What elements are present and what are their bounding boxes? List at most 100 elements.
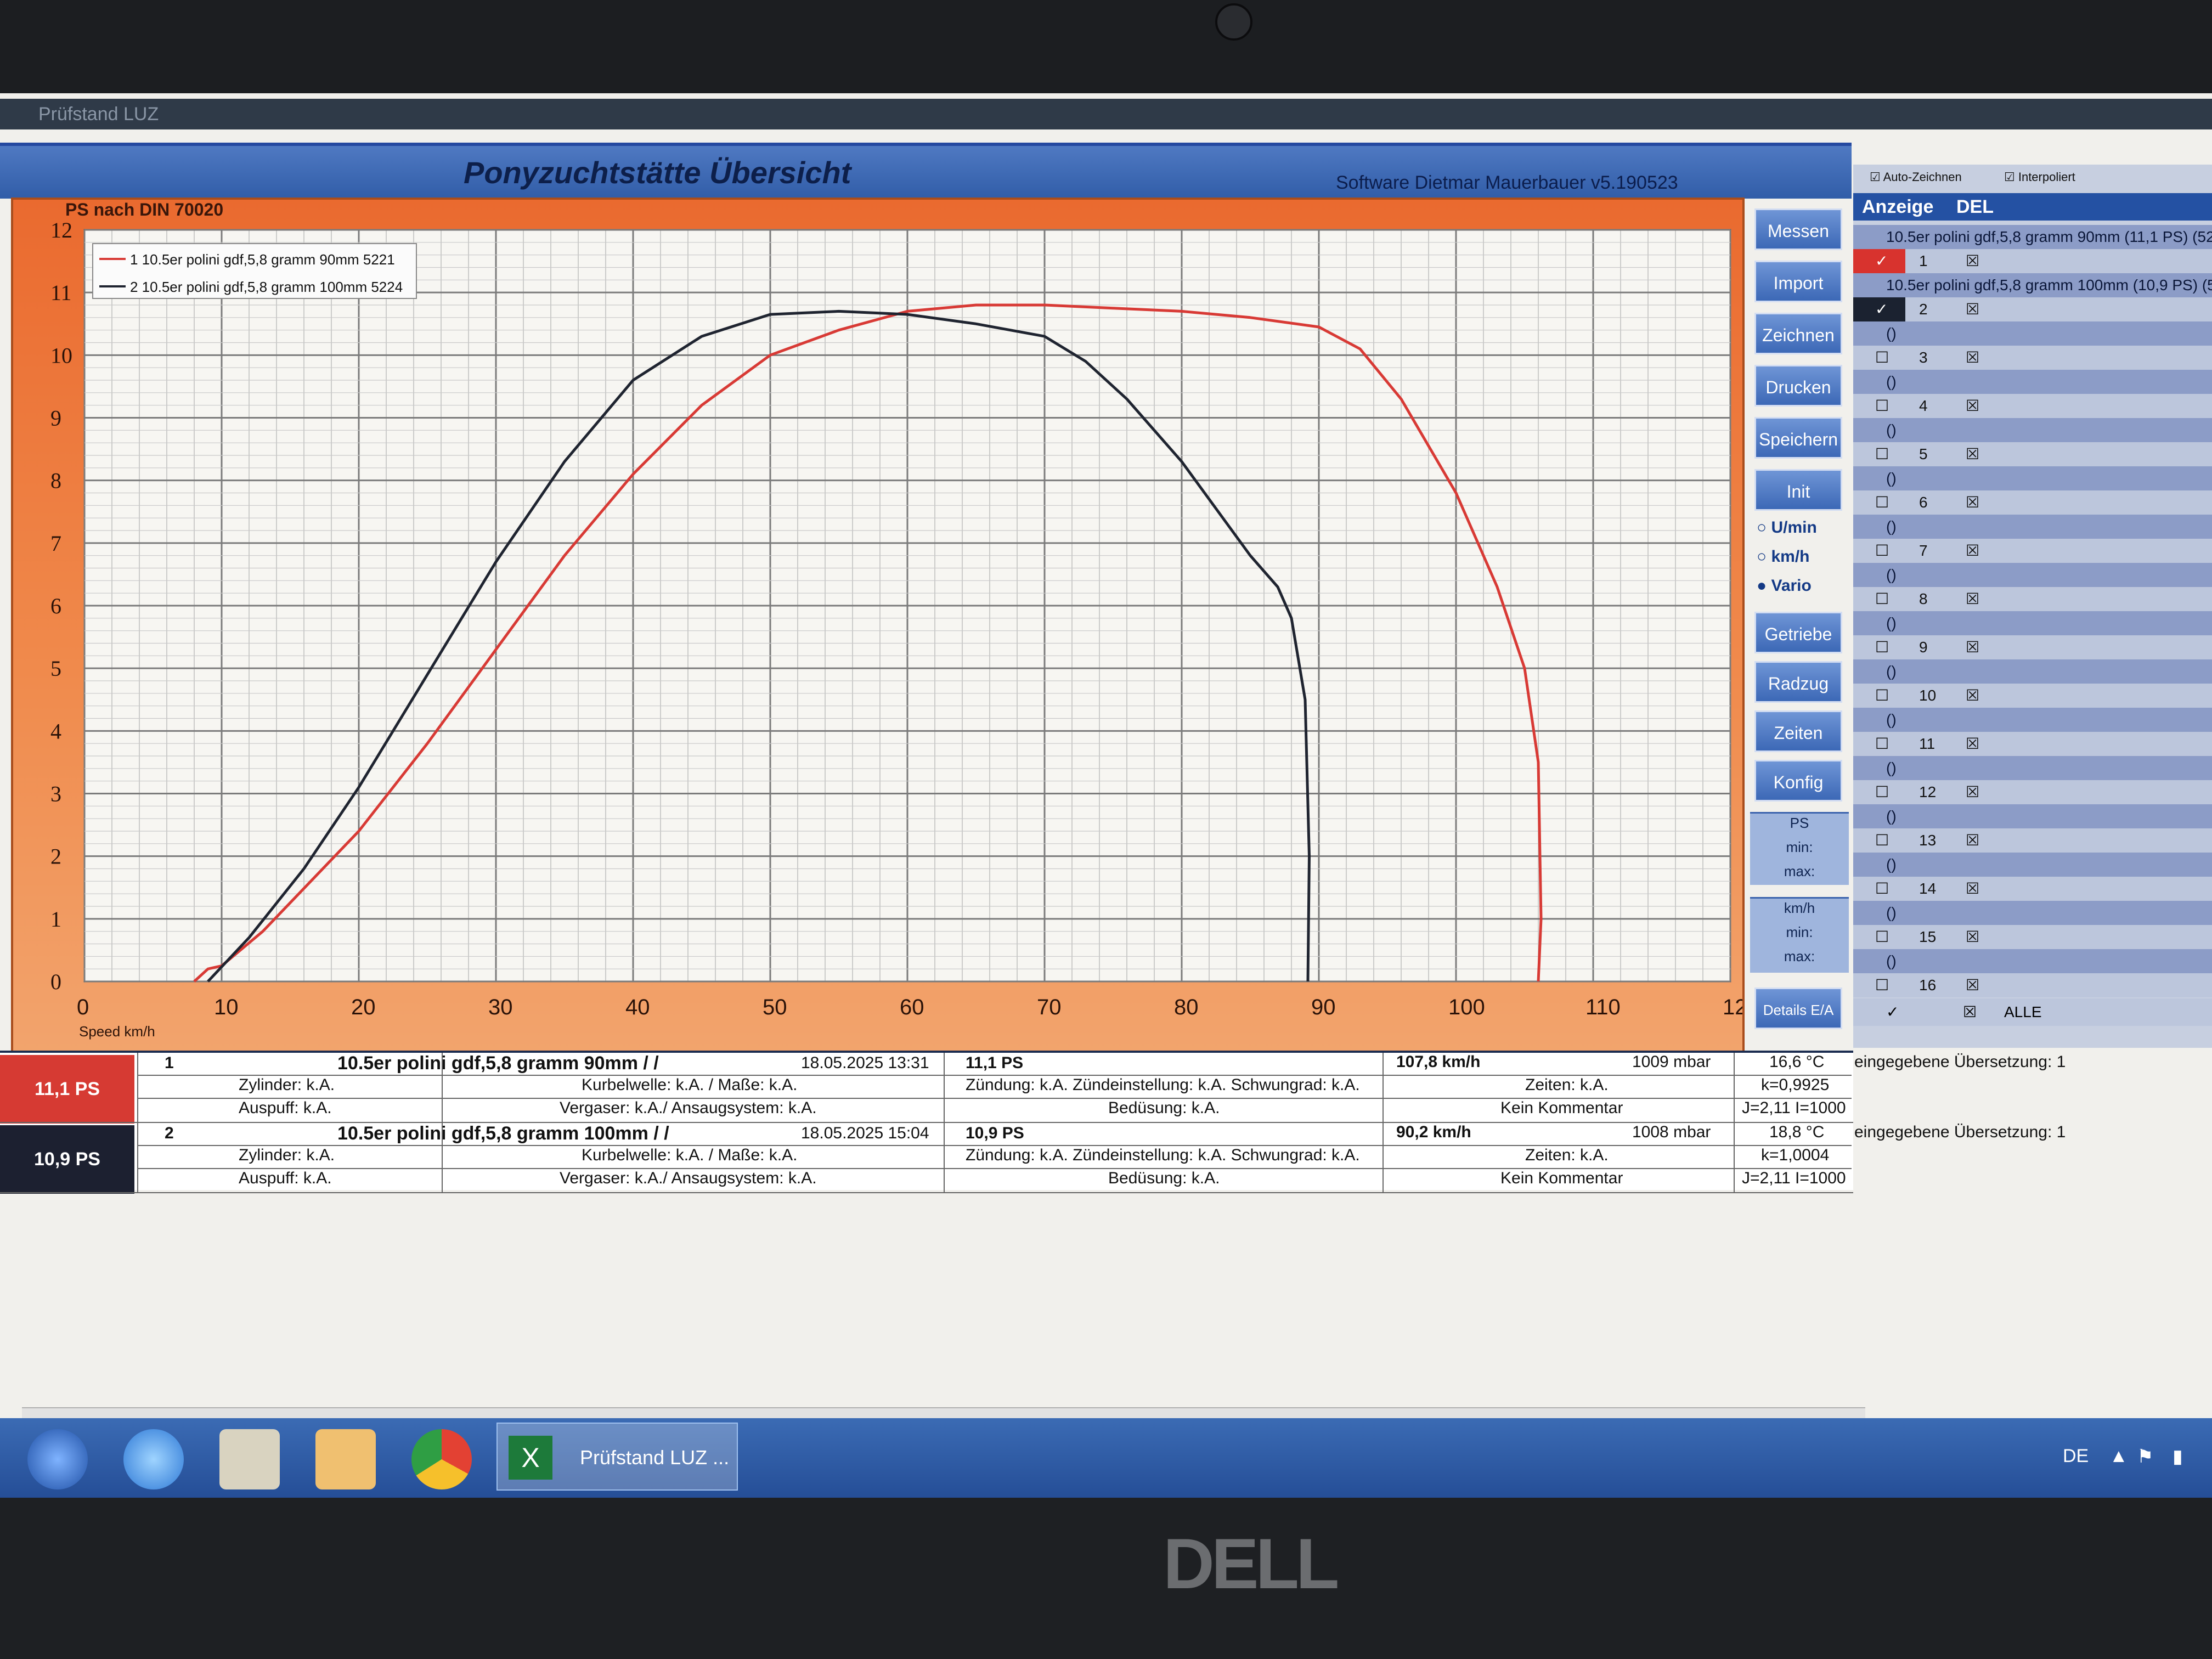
show-checkbox[interactable]: ✓ xyxy=(1875,249,1888,273)
delete-icon[interactable]: ☒ xyxy=(1966,684,1979,708)
slot-number: 2 xyxy=(1919,301,1928,318)
file-explorer-icon[interactable] xyxy=(219,1429,280,1489)
curve-slot: 10.5er polini gdf,5,8 gramm 90mm (11,1 P… xyxy=(1853,225,2212,273)
y-tick-label: 11 xyxy=(50,280,72,305)
delete-icon[interactable]: ☒ xyxy=(1966,490,1979,515)
curve-slot-name[interactable]: () xyxy=(1853,708,2212,732)
delete-icon[interactable]: ☒ xyxy=(1966,539,1979,563)
start-button-icon[interactable] xyxy=(27,1429,88,1489)
curve-slot-name[interactable]: () xyxy=(1853,949,2212,973)
curve-slot-name[interactable]: () xyxy=(1853,756,2212,780)
slot-number: 13 xyxy=(1919,832,1937,849)
show-checkbox[interactable]: ☐ xyxy=(1875,490,1889,515)
show-checkbox[interactable]: ☐ xyxy=(1875,346,1889,370)
show-checkbox[interactable]: ☐ xyxy=(1875,973,1889,997)
speichern-button[interactable]: Speichern xyxy=(1754,417,1842,459)
interpoliert-checkbox[interactable]: ☑ Interpoliert xyxy=(2004,170,2075,184)
alle-label[interactable]: ALLE xyxy=(2004,998,2042,1026)
radio-umin[interactable]: ○ U/min xyxy=(1757,518,1817,537)
check-all-icon[interactable]: ✓ xyxy=(1886,998,1899,1026)
run-info-table: 11,1 PS 1 10.5er polini gdf,5,8 gramm 90mm… xyxy=(0,1051,2066,1194)
zeichnen-button[interactable]: Zeichnen xyxy=(1754,313,1842,354)
show-checkbox[interactable]: ☐ xyxy=(1875,877,1889,901)
show-checkbox[interactable]: ☐ xyxy=(1875,394,1889,418)
x-tick-label: 80 xyxy=(1174,995,1199,1019)
konfig-button[interactable]: Konfig xyxy=(1754,760,1842,802)
horizontal-scrollbar[interactable] xyxy=(22,1407,1865,1419)
curve-slot-name[interactable]: () xyxy=(1853,321,2212,346)
show-checkbox[interactable]: ☐ xyxy=(1875,925,1889,949)
radzug-button[interactable]: Radzug xyxy=(1754,661,1842,703)
delete-icon[interactable]: ☒ xyxy=(1966,346,1979,370)
drucken-button[interactable]: Drucken xyxy=(1754,365,1842,407)
slot-number: 8 xyxy=(1919,590,1928,607)
x-tick-label: 90 xyxy=(1311,995,1336,1019)
show-checkbox[interactable]: ☐ xyxy=(1875,780,1889,804)
run-name: 10.5er polini gdf,5,8 gramm 90mm / / xyxy=(337,1053,659,1074)
show-checkbox[interactable]: ☐ xyxy=(1875,684,1889,708)
radio-vario[interactable]: ● Vario xyxy=(1757,577,1812,595)
curve-slot-name[interactable]: () xyxy=(1853,466,2212,490)
curve-slot-name[interactable]: () xyxy=(1853,901,2212,925)
media-player-icon[interactable] xyxy=(315,1429,376,1489)
curve-slot-name[interactable]: () xyxy=(1853,659,2212,684)
delete-icon[interactable]: ☒ xyxy=(1966,925,1979,949)
delete-icon[interactable]: ☒ xyxy=(1966,877,1979,901)
import-button[interactable]: Import xyxy=(1754,261,1842,302)
slot-number: 3 xyxy=(1919,349,1928,366)
radio-kmh[interactable]: ○ km/h xyxy=(1757,548,1810,566)
show-checkbox[interactable]: ☐ xyxy=(1875,732,1889,756)
show-checkbox[interactable]: ☐ xyxy=(1875,828,1889,853)
slot-number: 9 xyxy=(1919,639,1928,656)
show-checkbox[interactable]: ☐ xyxy=(1875,635,1889,659)
flag-icon[interactable]: ⚑ xyxy=(2137,1446,2153,1468)
x-tick-label: 120 xyxy=(1723,995,1742,1019)
x-tick-label: 0 xyxy=(77,995,89,1019)
row-divider xyxy=(137,1098,1852,1099)
curve-slot-name[interactable]: 10.5er polini gdf,5,8 gramm 100mm (10,9 … xyxy=(1853,273,2212,297)
delete-icon[interactable]: ☒ xyxy=(1966,780,1979,804)
show-checkbox[interactable]: ☐ xyxy=(1875,539,1889,563)
internet-explorer-icon[interactable] xyxy=(123,1429,184,1489)
curve-slot-name[interactable]: () xyxy=(1853,370,2212,394)
delete-icon[interactable]: ☒ xyxy=(1966,635,1979,659)
curve-slot-name[interactable]: () xyxy=(1853,418,2212,442)
language-indicator[interactable]: DE xyxy=(2063,1446,2089,1467)
delete-icon[interactable]: ☒ xyxy=(1966,442,1979,466)
zeiten-button[interactable]: Zeiten xyxy=(1754,710,1842,752)
delete-icon[interactable]: ☒ xyxy=(1966,973,1979,997)
show-checkbox[interactable]: ☐ xyxy=(1875,442,1889,466)
init-button[interactable]: Init xyxy=(1754,469,1842,511)
run-zeiten: Zeiten: k.A. xyxy=(1525,1146,1609,1164)
delete-all-icon[interactable]: ☒ xyxy=(1963,998,1977,1026)
getriebe-button[interactable]: Getriebe xyxy=(1754,612,1842,653)
delete-icon[interactable]: ☒ xyxy=(1966,297,1979,321)
show-checkbox[interactable]: ☐ xyxy=(1875,587,1889,611)
curve-slot-name[interactable]: () xyxy=(1853,804,2212,828)
curve-slot-name[interactable]: () xyxy=(1853,563,2212,587)
delete-icon[interactable]: ☒ xyxy=(1966,249,1979,273)
curve-slot-name[interactable]: 10.5er polini gdf,5,8 gramm 90mm (11,1 P… xyxy=(1853,225,2212,249)
show-checkbox[interactable]: ✓ xyxy=(1875,297,1888,321)
run-kommentar: Kein Kommentar xyxy=(1500,1099,1623,1117)
interpoliert-label: Interpoliert xyxy=(2018,170,2075,184)
curve-slot-name[interactable]: () xyxy=(1853,515,2212,539)
run-speed: 90,2 km/h xyxy=(1396,1123,1471,1141)
curve-slot: () ☐ 8 ☒ xyxy=(1853,563,2212,611)
curve-slot-name[interactable]: () xyxy=(1853,611,2212,635)
battery-icon[interactable]: ▮ xyxy=(2172,1446,2183,1468)
run-temp: 18,8 °C xyxy=(1769,1123,1825,1141)
chrome-icon[interactable] xyxy=(411,1429,472,1489)
delete-icon[interactable]: ☒ xyxy=(1966,587,1979,611)
delete-icon[interactable]: ☒ xyxy=(1966,732,1979,756)
delete-icon[interactable]: ☒ xyxy=(1966,394,1979,418)
auto-zeichnen-checkbox[interactable]: ☑ Auto-Zeichnen xyxy=(1870,170,1962,184)
messen-button[interactable]: Messen xyxy=(1754,208,1842,250)
details-button[interactable]: Details E/A xyxy=(1754,988,1842,1029)
excel-taskbar-button[interactable]: X Prüfstand LUZ ... xyxy=(496,1423,738,1491)
delete-icon[interactable]: ☒ xyxy=(1966,828,1979,853)
column-divider xyxy=(1383,1123,1384,1192)
curve-slot-name[interactable]: () xyxy=(1853,853,2212,877)
tray-expand-icon[interactable]: ▲ xyxy=(2109,1446,2128,1467)
x-tick-label: 40 xyxy=(625,995,650,1019)
